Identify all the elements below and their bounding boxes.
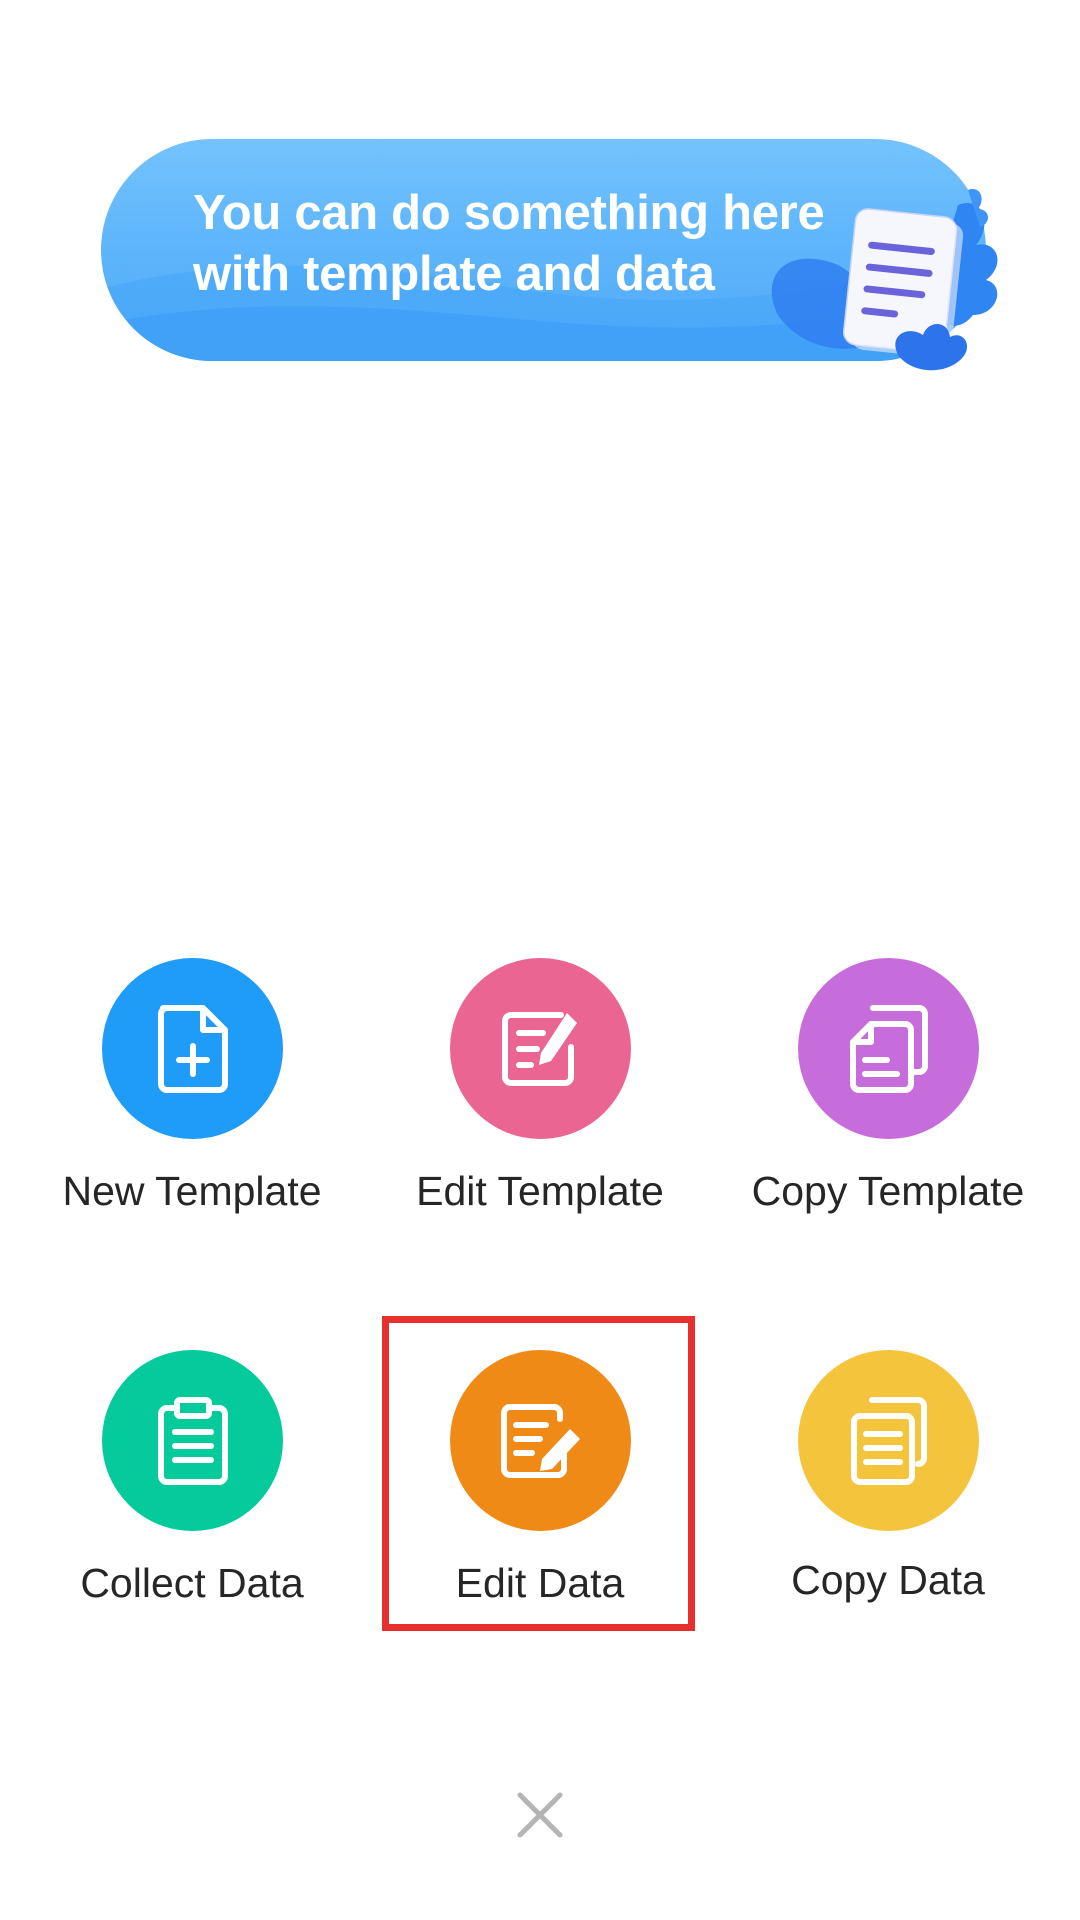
new-template-button[interactable]: New Template: [32, 958, 352, 1258]
copy-template-circle: [798, 958, 979, 1139]
collect-data-circle: [102, 1350, 283, 1531]
copy-data-circle: [798, 1350, 979, 1531]
copy-template-label: Copy Template: [751, 1168, 1025, 1214]
copy-data-button[interactable]: Copy Data: [728, 1350, 1048, 1650]
copy-file-icon: [849, 1004, 928, 1093]
selection-highlight-box: [382, 1316, 695, 1631]
copy-template-button[interactable]: Copy Template: [728, 958, 1048, 1258]
collect-data-label: Collect Data: [80, 1560, 304, 1606]
edit-file-icon: [501, 1011, 577, 1086]
close-button[interactable]: [510, 1785, 570, 1845]
new-file-icon: [157, 1004, 228, 1093]
copy-document-icon: [850, 1396, 927, 1485]
edit-template-circle: [450, 958, 631, 1139]
new-template-label: New Template: [62, 1168, 322, 1214]
document-leaves-illustration: [771, 188, 998, 371]
edit-template-label: Edit Template: [416, 1168, 664, 1214]
clipboard-icon: [157, 1396, 228, 1485]
new-template-circle: [102, 958, 283, 1139]
edit-template-button[interactable]: Edit Template: [380, 958, 700, 1258]
collect-data-button[interactable]: Collect Data: [32, 1350, 352, 1650]
copy-data-label: Copy Data: [791, 1557, 985, 1603]
close-icon: [517, 1792, 563, 1838]
